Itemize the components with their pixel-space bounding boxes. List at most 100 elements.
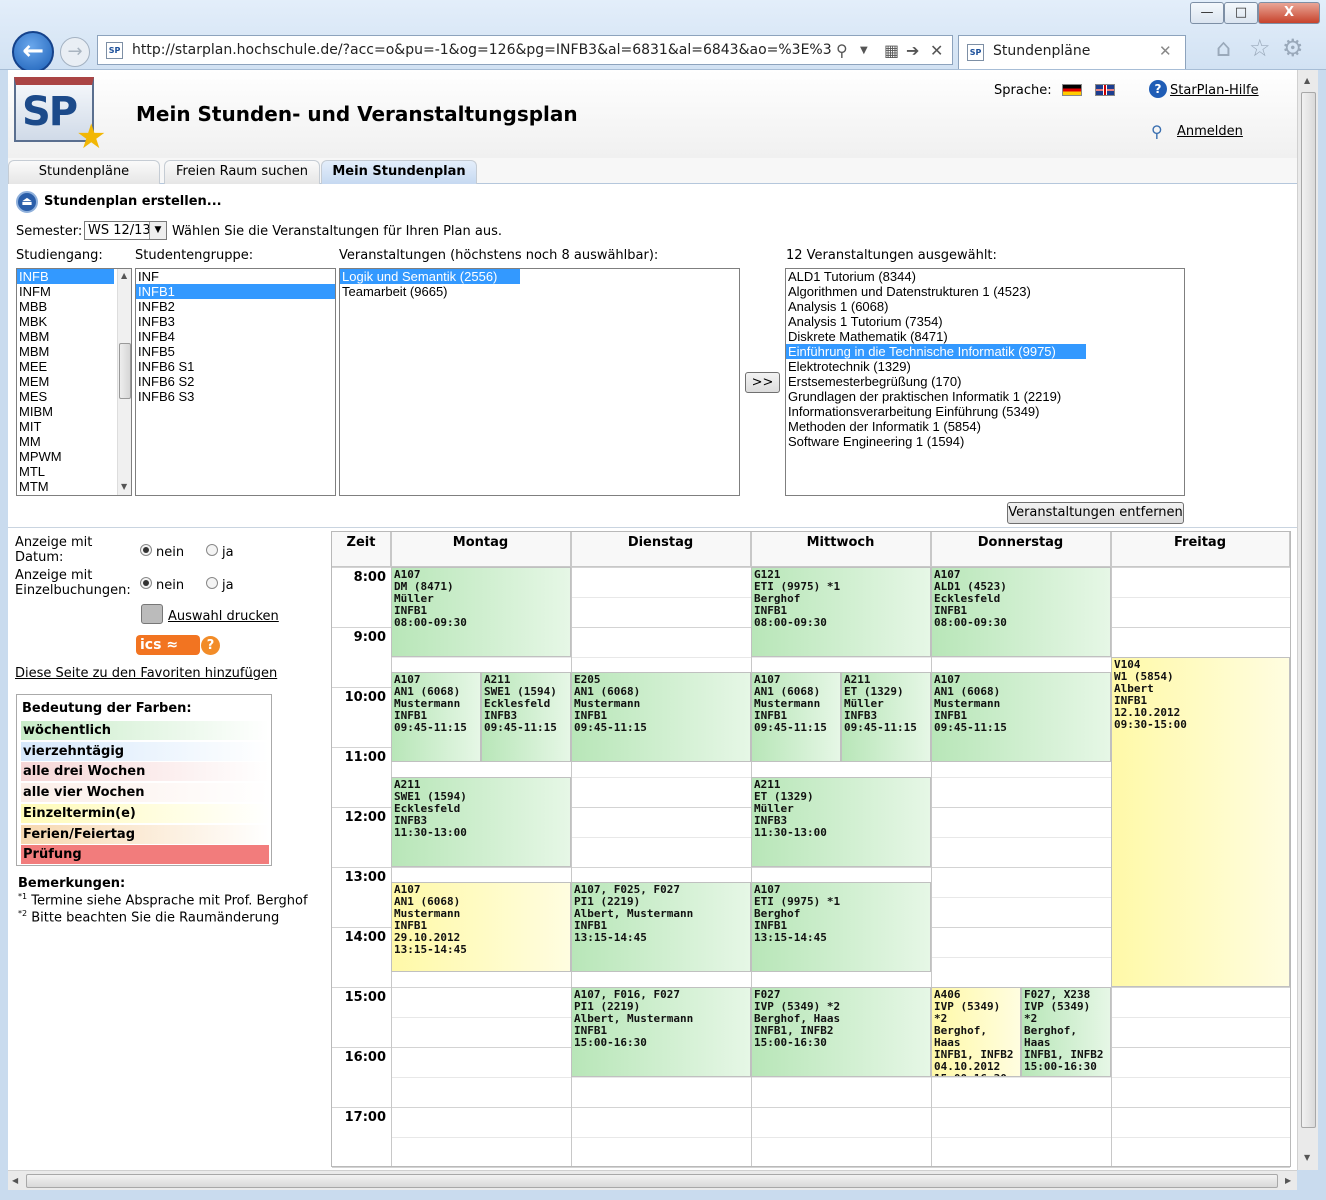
home-icon[interactable]: ⌂: [1216, 34, 1231, 62]
list-item[interactable]: MM: [17, 434, 114, 449]
scrollbar-thumb[interactable]: [1301, 92, 1316, 1128]
list-item[interactable]: MIT: [17, 419, 114, 434]
event-block[interactable]: A107 AN1 (6068) Mustermann INFB1 09:45-11:15: [751, 672, 841, 762]
list-item[interactable]: MPWM: [17, 449, 114, 464]
event-block[interactable]: A107 DM (8471) Müller INFB1 08:00-09:30: [391, 567, 571, 657]
list-item[interactable]: INFB: [17, 269, 114, 284]
list-item[interactable]: INFB5: [136, 344, 335, 359]
back-button[interactable]: ←: [12, 31, 54, 73]
list-item[interactable]: ALD1 Tutorium (8344): [786, 269, 1184, 284]
gruppe-list[interactable]: INF INFB1 INFB2 INFB3 INFB4 INFB5 INFB6 S1 INFB…: [135, 268, 336, 496]
event-block[interactable]: A107 AN1 (6068) Mustermann INFB1 29.10.2012 1…: [391, 882, 571, 972]
list-item[interactable]: INFB1: [136, 284, 335, 299]
list-item[interactable]: MEM: [17, 374, 114, 389]
event-block[interactable]: A107 ETI (9975) *1 Berghof INFB1 13:15-14:45: [751, 882, 931, 972]
event-block[interactable]: A211 ET (1329) Müller INFB3 11:30-13:00: [751, 777, 931, 867]
event-block[interactable]: A107 AN1 (6068) Mustermann INFB1 09:45-11:15: [931, 672, 1111, 762]
list-item[interactable]: INFB6 S1: [136, 359, 335, 374]
list-item[interactable]: Analysis 1 Tutorium (7354): [786, 314, 1184, 329]
list-item[interactable]: MIBM: [17, 404, 114, 419]
ics-help-icon[interactable]: ?: [201, 636, 220, 655]
scrollbar-thumb[interactable]: [26, 1174, 1278, 1188]
scroll-down-icon[interactable]: ▼: [1304, 1153, 1310, 1162]
einzel-nein-radio[interactable]: [140, 577, 152, 589]
window-close-button[interactable]: X: [1258, 2, 1320, 24]
scroll-right-icon[interactable]: ▶: [1285, 1176, 1291, 1185]
veranstaltungen-list[interactable]: Logik und Semantik (2556) Teamarbeit (966…: [339, 268, 740, 496]
list-item[interactable]: MBM: [17, 329, 114, 344]
event-block[interactable]: A211 SWE1 (1594) Ecklesfeld INFB3 09:45-11:1…: [481, 672, 571, 762]
event-block[interactable]: A107 ALD1 (4523) Ecklesfeld INFB1 08:00-09:3…: [931, 567, 1111, 657]
url-text[interactable]: http://starplan.hochschule.de/?acc=o&pu=…: [132, 42, 832, 58]
help-icon[interactable]: ?: [1149, 80, 1167, 98]
event-block[interactable]: V104 W1 (5854) Albert INFB1 12.10.2012 09:30-…: [1111, 657, 1290, 987]
list-item[interactable]: Elektrotechnik (1329): [786, 359, 1184, 374]
list-item[interactable]: MBK: [17, 314, 114, 329]
event-block[interactable]: E205 AN1 (6068) Mustermann INFB1 09:45-11:15: [571, 672, 751, 762]
list-item[interactable]: INFB4: [136, 329, 335, 344]
chevron-down-icon[interactable]: ▼: [149, 222, 166, 239]
event-block[interactable]: A211 ET (1329) Müller INFB3 09:45-11:15: [841, 672, 931, 762]
printer-icon[interactable]: [141, 604, 163, 624]
list-item[interactable]: Erstsemesterbegrüßung (170): [786, 374, 1184, 389]
ics-export-button[interactable]: ics ≈: [136, 635, 200, 655]
list-item[interactable]: INFB6 S2: [136, 374, 335, 389]
event-block[interactable]: G121 ETI (9975) *1 Berghof INFB1 08:00-09:30: [751, 567, 931, 657]
forward-button[interactable]: →: [60, 37, 90, 67]
scroll-down-icon[interactable]: ▼: [121, 482, 127, 491]
page-scrollbar-vertical[interactable]: ▲ ▼: [1297, 70, 1318, 1170]
event-block[interactable]: A211 SWE1 (1594) Ecklesfeld INFB3 11:30-13:0…: [391, 777, 571, 867]
studiengang-list[interactable]: ▲ ▼ INFB INFM MBB MBK MBM MBM MEE MEM MES MIBM MIT…: [16, 268, 132, 496]
event-block[interactable]: A107 AN1 (6068) Mustermann INFB1 09:45-11:15: [391, 672, 481, 762]
list-item[interactable]: Einführung in die Technische Informatik …: [786, 344, 1086, 359]
event-block[interactable]: F027 IVP (5349) *2 Berghof, Haas INFB1, INF…: [751, 987, 931, 1077]
list-item[interactable]: INF: [136, 269, 335, 284]
maximize-button[interactable]: □: [1224, 2, 1258, 24]
eject-icon[interactable]: ⏏: [16, 191, 38, 213]
event-block[interactable]: A107, F025, F027 PI1 (2219) Albert, Muster…: [571, 882, 751, 972]
event-block[interactable]: F027, X238 IVP (5349) *2 Berghof, Haas INFB…: [1021, 987, 1111, 1077]
selected-list[interactable]: ALD1 Tutorium (8344) Algorithmen und Date…: [785, 268, 1185, 496]
list-item[interactable]: INFB6 S3: [136, 389, 335, 404]
go-icon[interactable]: ➔: [906, 41, 919, 60]
list-item[interactable]: Informationsverarbeitung Einführung (534…: [786, 404, 1184, 419]
list-item[interactable]: INFB2: [136, 299, 335, 314]
favorites-link[interactable]: Diese Seite zu den Favoriten hinzufügen: [15, 666, 277, 681]
tab-stundenplaene[interactable]: Stundenpläne: [8, 160, 160, 184]
list-item[interactable]: INFB3: [136, 314, 335, 329]
list-item[interactable]: INFM: [17, 284, 114, 299]
datum-nein-radio[interactable]: [140, 544, 152, 556]
add-button[interactable]: >>: [745, 372, 780, 393]
login-link[interactable]: Anmelden: [1177, 124, 1243, 139]
scroll-left-icon[interactable]: ◀: [12, 1176, 18, 1185]
tab-mein-stundenplan[interactable]: Mein Stundenplan: [321, 160, 477, 184]
list-item[interactable]: Analysis 1 (6068): [786, 299, 1184, 314]
list-item[interactable]: MBB: [17, 299, 114, 314]
flag-uk-icon[interactable]: [1095, 84, 1115, 96]
list-item[interactable]: MBM: [17, 344, 114, 359]
list-item[interactable]: MTM: [17, 479, 114, 494]
search-icon[interactable]: ⚲: [836, 41, 848, 60]
scrollbar-thumb[interactable]: [119, 343, 131, 399]
page-scrollbar-horizontal[interactable]: ◀ ▶: [8, 1170, 1297, 1190]
list-item[interactable]: Algorithmen und Datenstrukturen 1 (4523): [786, 284, 1184, 299]
list-item[interactable]: MTL: [17, 464, 114, 479]
help-link[interactable]: StarPlan-Hilfe: [1170, 83, 1259, 98]
list-item[interactable]: MEE: [17, 359, 114, 374]
minimize-button[interactable]: —: [1190, 2, 1224, 24]
list-item[interactable]: MES: [17, 389, 114, 404]
list-item[interactable]: Software Engineering 1 (1594): [786, 434, 1184, 449]
list-item[interactable]: Teamarbeit (9665): [340, 284, 739, 299]
list-item[interactable]: Methoden der Informatik 1 (5854): [786, 419, 1184, 434]
browser-tab[interactable]: SP Stundenpläne ✕: [958, 35, 1186, 69]
event-block[interactable]: A107, F016, F027 PI1 (2219) Albert, Muster…: [571, 987, 751, 1077]
flag-de-icon[interactable]: [1062, 84, 1082, 96]
remove-button[interactable]: Veranstaltungen entfernen: [1007, 502, 1184, 524]
scroll-up-icon[interactable]: ▲: [1304, 76, 1310, 85]
tab-close-icon[interactable]: ✕: [1159, 42, 1172, 60]
semester-select[interactable]: WS 12/13 ▼: [84, 221, 167, 240]
list-item[interactable]: Diskrete Mathematik (8471): [786, 329, 1184, 344]
gear-icon[interactable]: ⚙: [1282, 34, 1304, 62]
datum-ja-radio[interactable]: [206, 544, 218, 556]
event-block[interactable]: A406 IVP (5349) *2 Berghof, Haas INFB1, INF…: [931, 987, 1021, 1077]
